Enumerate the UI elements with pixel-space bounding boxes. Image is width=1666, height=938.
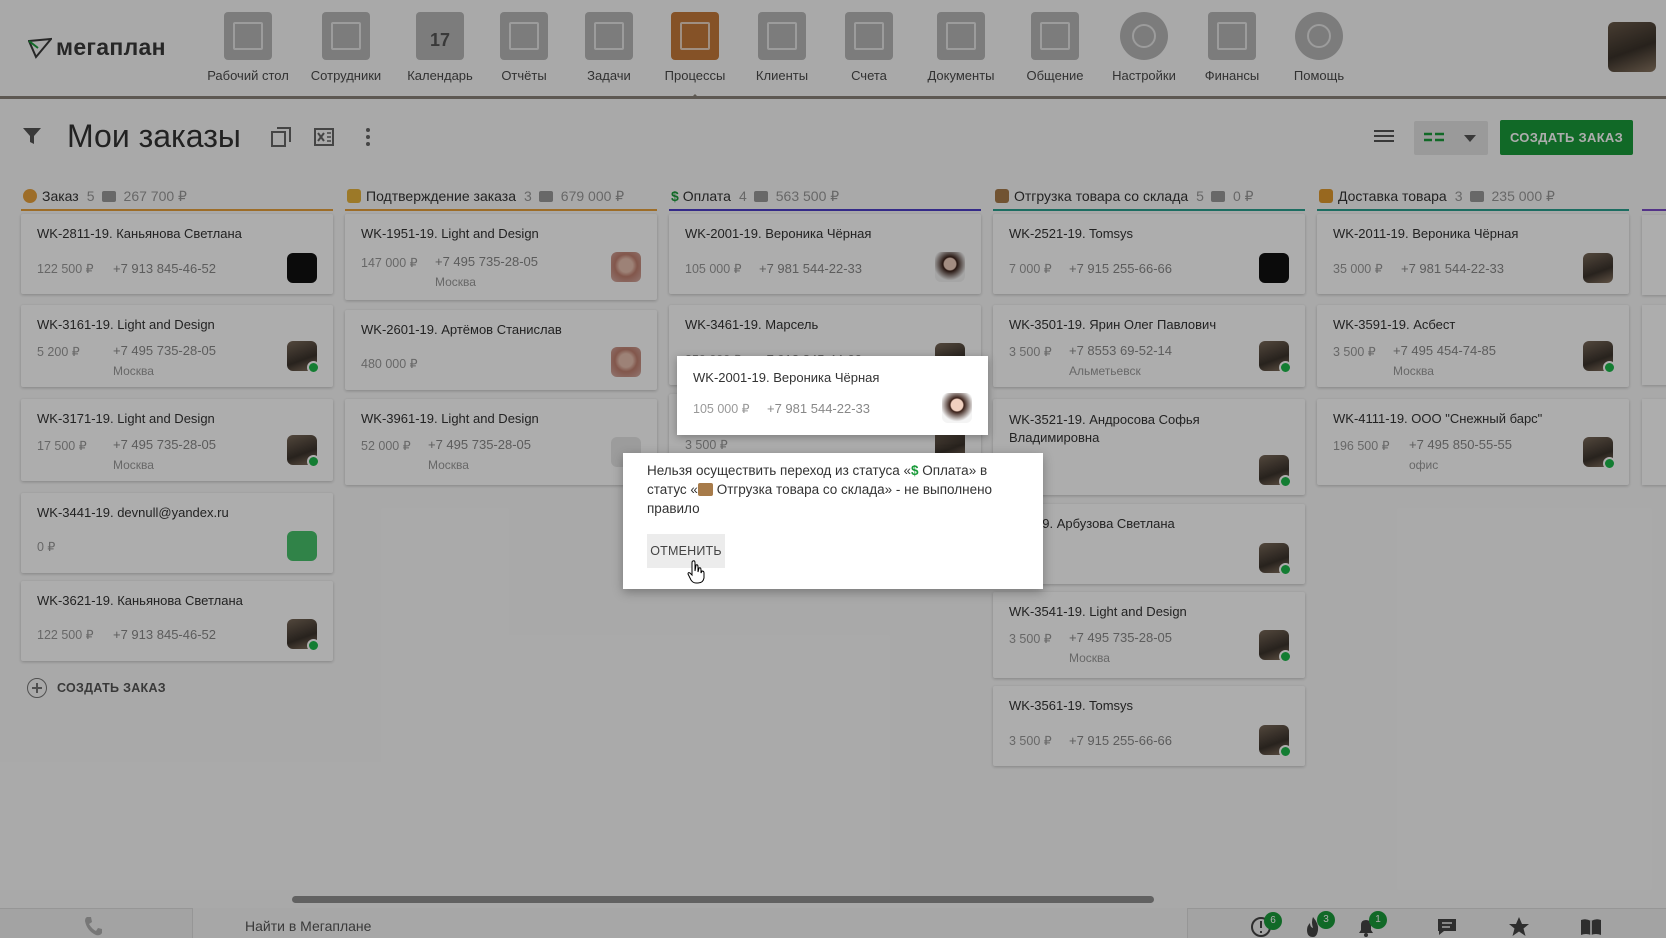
transition-error-dialog: Нельзя осуществить переход из статуса «$…	[623, 453, 1043, 589]
card-title: WK-2001-19. Вероника Чёрная	[693, 370, 880, 385]
cancel-button[interactable]: ОТМЕНИТЬ	[647, 534, 725, 568]
box-icon	[697, 483, 713, 496]
to-status: Отгрузка товара со склада	[712, 482, 885, 497]
dialog-message: Нельзя осуществить переход из статуса «$…	[647, 461, 1019, 518]
dragged-order-card[interactable]: WK-2001-19. Вероника Чёрная 105 000 ₽ +7…	[677, 356, 988, 435]
card-price: 105 000 ₽	[693, 402, 750, 416]
card-phone: +7 981 544-22-33	[767, 401, 871, 416]
from-status: Оплата	[918, 463, 969, 478]
dialog-text-part: Нельзя осуществить переход из статуса «	[647, 463, 911, 478]
hand-cursor-icon	[687, 560, 705, 584]
avatar	[942, 393, 972, 423]
